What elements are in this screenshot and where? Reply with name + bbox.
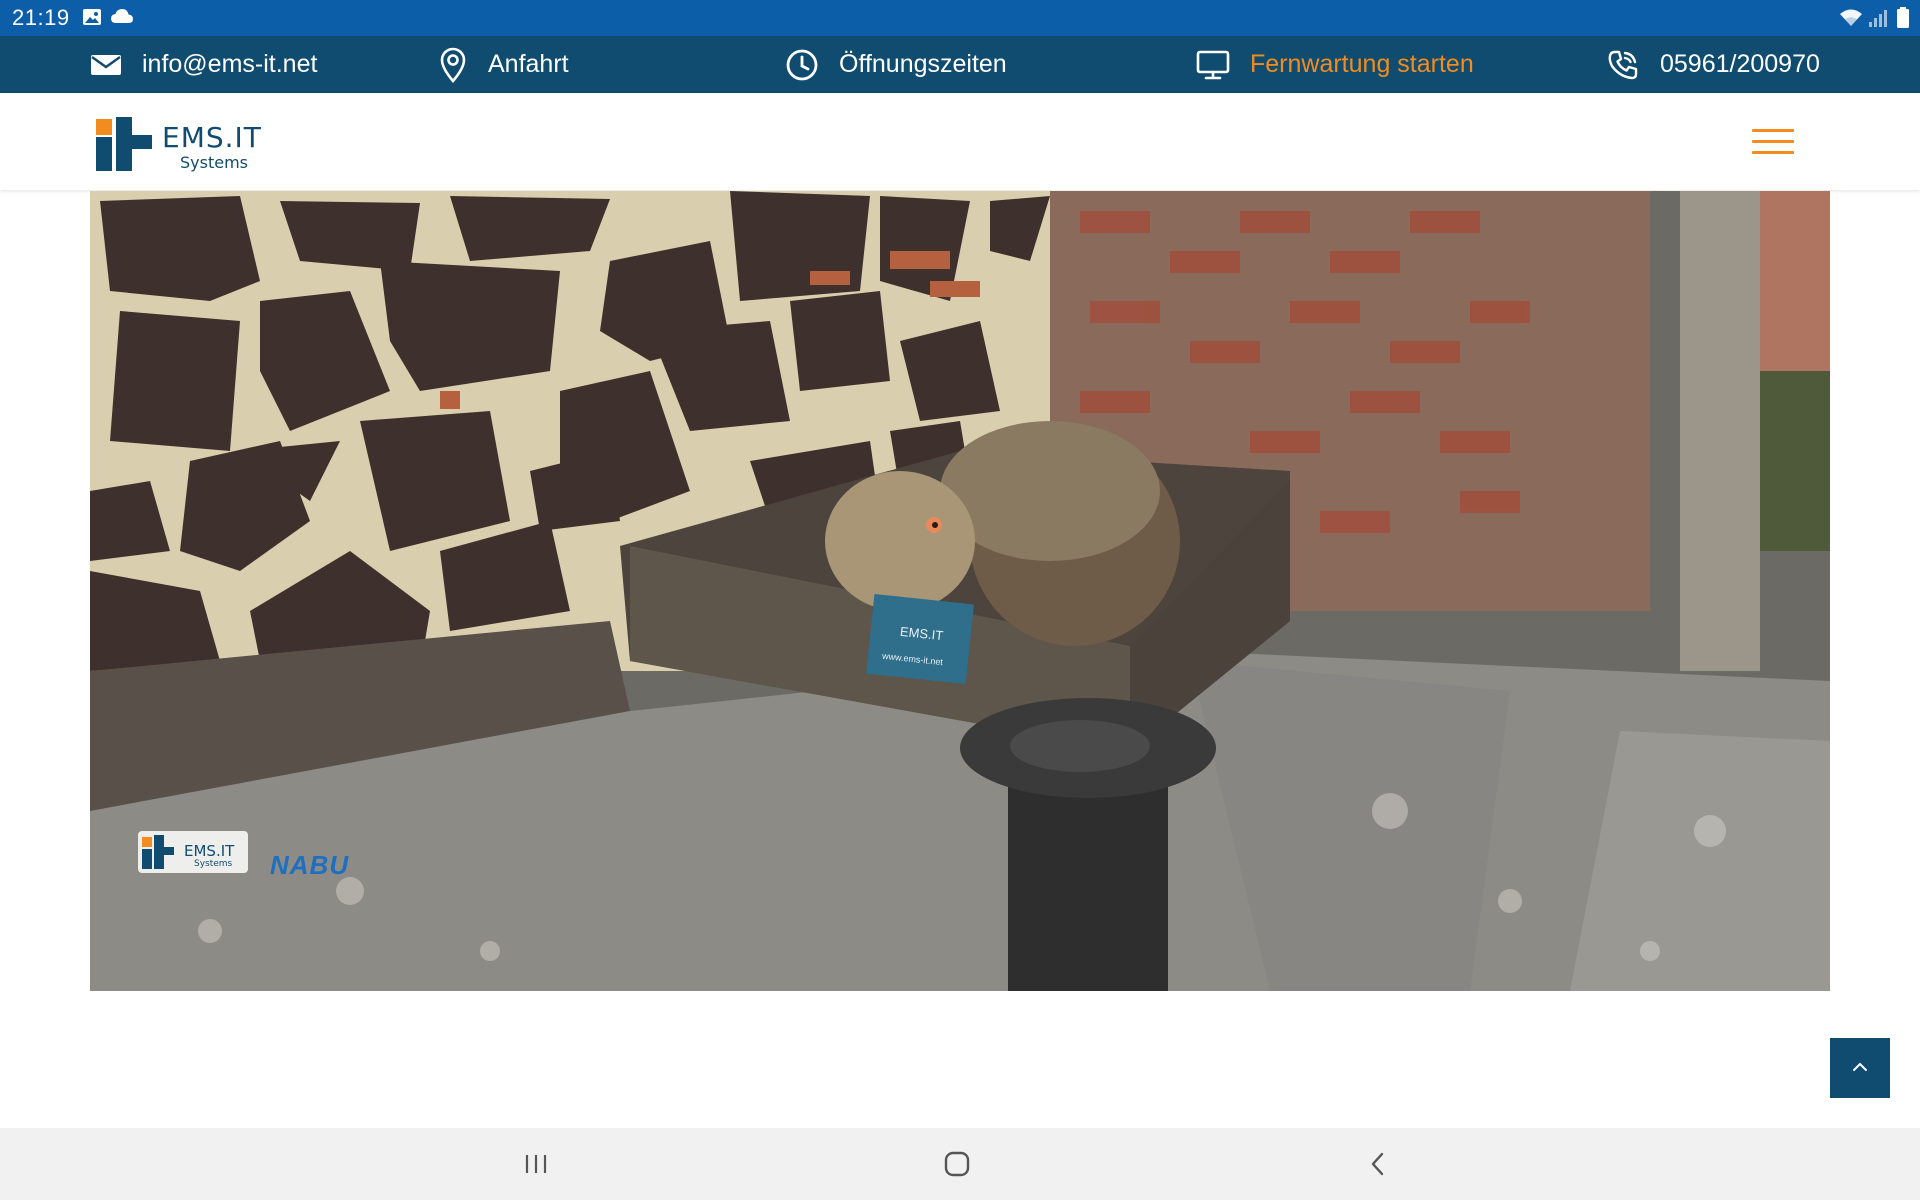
back-to-top-button[interactable] — [1830, 1038, 1890, 1098]
clock-icon — [785, 48, 819, 82]
phone-label: 05961/200970 — [1660, 50, 1820, 78]
email-label: info@ems-it.net — [142, 50, 318, 78]
nabu-watermark: NABU — [270, 850, 350, 880]
recent-apps-icon[interactable] — [516, 1146, 556, 1182]
remote-support-label: Fernwartung starten — [1250, 50, 1474, 78]
signal-icon — [1868, 8, 1888, 33]
contact-bar: info@ems-it.net Anfahrt Öffnungszeiten F… — [0, 36, 1920, 93]
remote-support-link[interactable]: Fernwartung starten — [1196, 36, 1474, 93]
opening-hours-link[interactable]: Öffnungszeiten — [785, 36, 1007, 93]
wifi-icon — [1838, 8, 1864, 33]
logo-mark — [96, 117, 152, 171]
cloud-icon — [110, 8, 134, 29]
image-icon — [82, 8, 102, 31]
logo-subtitle: Systems — [180, 153, 248, 172]
webcam-scene — [90, 191, 1830, 991]
logo-word: EMS.IT — [162, 121, 262, 154]
hamburger-menu-icon[interactable] — [1752, 129, 1794, 157]
back-icon[interactable] — [1358, 1146, 1398, 1182]
mail-icon — [90, 53, 122, 77]
opening-hours-label: Öffnungszeiten — [839, 50, 1007, 78]
android-navigation-bar — [0, 1128, 1920, 1200]
overlay-logo-subtitle: Systems — [194, 859, 233, 869]
location-pin-icon — [438, 47, 468, 83]
battery-icon — [1896, 7, 1910, 34]
directions-link[interactable]: Anfahrt — [438, 36, 569, 93]
phone-icon — [1606, 48, 1640, 82]
ems-it-logo[interactable]: EMS.IT Systems — [96, 115, 286, 173]
directions-label: Anfahrt — [488, 50, 569, 78]
chevron-up-icon — [1852, 1059, 1868, 1077]
status-time: 21:19 — [12, 5, 70, 30]
email-link[interactable]: info@ems-it.net — [90, 36, 317, 93]
phone-link[interactable]: 05961/200970 — [1606, 36, 1820, 93]
monitor-icon — [1196, 49, 1230, 81]
overlay-logo-word: EMS.IT — [184, 842, 235, 860]
site-header: EMS.IT Systems — [0, 93, 1920, 190]
android-status-bar: 21:19 — [0, 0, 1920, 36]
owl-webcam-image: EMS.IT Systems NABU EMS.IT www.ems-it.ne… — [90, 191, 1830, 991]
home-icon[interactable] — [937, 1146, 977, 1182]
